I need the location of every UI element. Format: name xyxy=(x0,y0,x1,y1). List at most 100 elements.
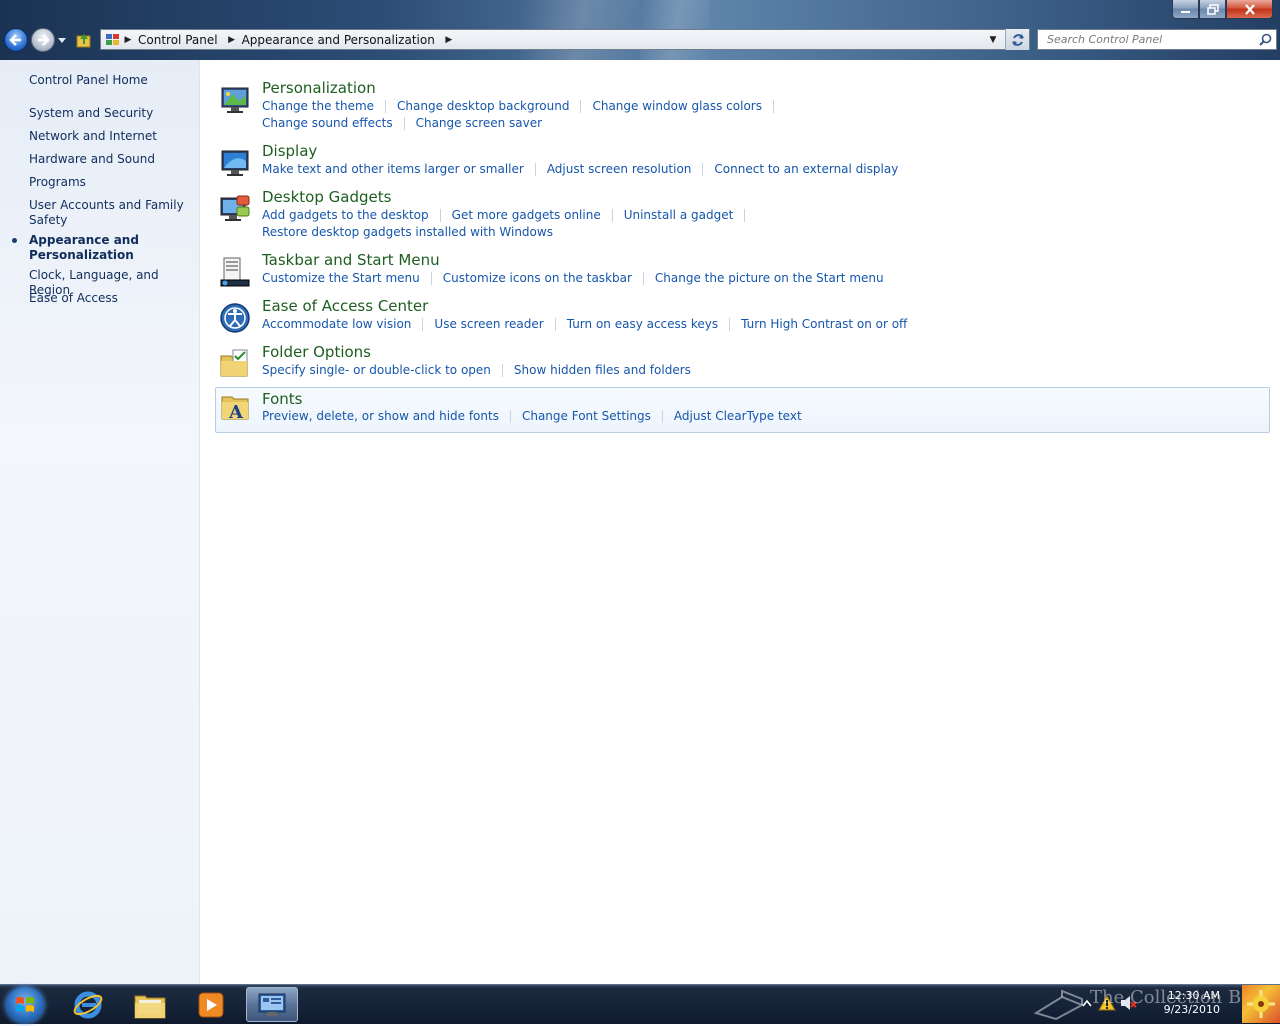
sidebar-item-appearance-current[interactable]: Appearance and Personalization xyxy=(29,233,194,263)
task-line: Change the theme Change desktop backgrou… xyxy=(262,99,785,113)
breadcrumb-appearance[interactable]: Appearance and Personalization xyxy=(240,33,441,47)
breadcrumb-separator[interactable]: ▶ xyxy=(441,35,457,45)
current-item-bullet xyxy=(12,238,17,243)
control-panel-home-link[interactable]: Control Panel Home xyxy=(29,73,148,87)
category-desktop-gadgets: Desktop Gadgets Add gadgets to the deskt… xyxy=(215,188,1270,244)
search-icon[interactable] xyxy=(1259,33,1272,46)
breadcrumb-separator[interactable]: ▶ xyxy=(224,35,240,45)
address-bar[interactable]: ▶ Control Panel ▶ Appearance and Persona… xyxy=(100,29,1030,50)
breadcrumb-separator[interactable]: ▶ xyxy=(120,35,136,45)
fonts-icon[interactable]: A xyxy=(220,391,252,423)
folder-icon xyxy=(134,995,166,1018)
link-separator xyxy=(509,409,511,423)
restore-button[interactable] xyxy=(1199,0,1226,19)
change-desktop-background-link[interactable]: Change desktop background xyxy=(397,99,569,113)
folder-options-icon[interactable] xyxy=(219,348,251,380)
navigation-pane: Control Panel Home System and Security N… xyxy=(0,60,200,984)
refresh-button[interactable] xyxy=(1005,29,1029,50)
change-screen-saver-link[interactable]: Change screen saver xyxy=(416,116,543,130)
taskbar-internet-explorer[interactable] xyxy=(62,987,114,1022)
uninstall-gadget-link[interactable]: Uninstall a gadget xyxy=(624,208,734,222)
adjust-cleartype-link[interactable]: Adjust ClearType text xyxy=(674,409,802,423)
display-icon[interactable] xyxy=(219,147,251,179)
sidebar-item-hardware-sound[interactable]: Hardware and Sound xyxy=(29,152,194,167)
link-separator xyxy=(661,409,663,423)
sidebar-item-user-accounts[interactable]: User Accounts and Family Safety xyxy=(29,198,194,228)
task-line: Customize the Start menu Customize icons… xyxy=(262,271,884,285)
show-desktop-button[interactable] xyxy=(1242,985,1280,1023)
search-box[interactable] xyxy=(1037,29,1277,50)
folder-options-title-link[interactable]: Folder Options xyxy=(262,343,371,361)
task-line: Restore desktop gadgets installed with W… xyxy=(262,225,553,239)
high-contrast-link[interactable]: Turn High Contrast on or off xyxy=(741,317,907,331)
ease-of-access-center-title-link[interactable]: Ease of Access Center xyxy=(262,297,428,315)
category-display: Display Make text and other items larger… xyxy=(215,142,1270,182)
clock-date: 9/23/2010 xyxy=(1163,1003,1220,1016)
gadgets-icon[interactable] xyxy=(219,193,251,225)
category-personalization: Personalization Change the theme Change … xyxy=(215,79,1270,135)
taskbar: The Collection Book 12:30 AM 9/23/2010 xyxy=(0,984,1280,1024)
minimize-icon xyxy=(1181,11,1190,13)
personalization-icon[interactable] xyxy=(219,84,251,116)
search-input[interactable] xyxy=(1045,32,1259,47)
sidebar-item-system-security[interactable]: System and Security xyxy=(29,106,194,121)
folder-up-icon[interactable] xyxy=(75,31,93,49)
back-button[interactable] xyxy=(4,28,28,52)
book-watermark-icon xyxy=(1033,989,1085,1021)
sidebar-item-ease-of-access[interactable]: Ease of Access xyxy=(29,291,194,306)
taskbar-start-menu-title-link[interactable]: Taskbar and Start Menu xyxy=(262,251,440,269)
ease-of-access-icon[interactable] xyxy=(219,302,251,334)
start-button[interactable] xyxy=(6,987,44,1023)
restore-gadgets-link[interactable]: Restore desktop gadgets installed with W… xyxy=(262,225,553,239)
add-gadgets-link[interactable]: Add gadgets to the desktop xyxy=(262,208,429,222)
notification-area: The Collection Book 12:30 AM 9/23/2010 xyxy=(1020,985,1280,1023)
change-font-settings-link[interactable]: Change Font Settings xyxy=(522,409,651,423)
close-button[interactable] xyxy=(1226,0,1273,19)
link-separator xyxy=(422,317,424,331)
link-separator xyxy=(554,317,556,331)
category-folder-options: Folder Options Specify single- or double… xyxy=(215,343,1270,383)
link-separator xyxy=(501,363,503,377)
change-sound-effects-link[interactable]: Change sound effects xyxy=(262,116,393,130)
change-theme-link[interactable]: Change the theme xyxy=(262,99,374,113)
window-title-bar: ▶ Control Panel ▶ Appearance and Persona… xyxy=(0,0,1280,60)
screen-reader-link[interactable]: Use screen reader xyxy=(434,317,543,331)
clock[interactable]: 12:30 AM 9/23/2010 xyxy=(1164,989,1220,1017)
screen-resolution-link[interactable]: Adjust screen resolution xyxy=(547,162,692,176)
windows-logo-icon xyxy=(16,997,34,1012)
forward-button[interactable] xyxy=(31,28,55,52)
taskbar-windows-explorer[interactable] xyxy=(124,987,176,1022)
recent-pages-dropdown[interactable] xyxy=(58,35,66,45)
task-line: Make text and other items larger or smal… xyxy=(262,162,898,176)
easy-access-keys-link[interactable]: Turn on easy access keys xyxy=(567,317,718,331)
get-more-gadgets-link[interactable]: Get more gadgets online xyxy=(452,208,601,222)
change-window-glass-colors-link[interactable]: Change window glass colors xyxy=(592,99,762,113)
task-line: Add gadgets to the desktop Get more gadg… xyxy=(262,208,756,222)
desktop-gadgets-title-link[interactable]: Desktop Gadgets xyxy=(262,188,391,206)
change-start-picture-link[interactable]: Change the picture on the Start menu xyxy=(655,271,884,285)
single-double-click-link[interactable]: Specify single- or double-click to open xyxy=(262,363,491,377)
show-hidden-files-link[interactable]: Show hidden files and folders xyxy=(514,363,691,377)
task-line: Accommodate low vision Use screen reader… xyxy=(262,317,907,331)
sidebar-item-network-internet[interactable]: Network and Internet xyxy=(29,129,194,144)
arrow-right-icon xyxy=(38,34,50,46)
external-display-link[interactable]: Connect to an external display xyxy=(714,162,898,176)
personalization-title-link[interactable]: Personalization xyxy=(262,79,376,97)
minimize-button[interactable] xyxy=(1172,0,1199,19)
customize-start-menu-link[interactable]: Customize the Start menu xyxy=(262,271,420,285)
address-dropdown-button[interactable]: ▼ xyxy=(983,30,1003,49)
sidebar-item-programs[interactable]: Programs xyxy=(29,175,194,190)
preview-fonts-link[interactable]: Preview, delete, or show and hide fonts xyxy=(262,409,499,423)
text-size-link[interactable]: Make text and other items larger or smal… xyxy=(262,162,524,176)
low-vision-link[interactable]: Accommodate low vision xyxy=(262,317,411,331)
customize-taskbar-icons-link[interactable]: Customize icons on the taskbar xyxy=(443,271,632,285)
window-controls xyxy=(1172,0,1273,20)
control-panel-icon xyxy=(258,993,286,1016)
category-ease-of-access-center: Ease of Access Center Accommodate low vi… xyxy=(215,297,1270,337)
fonts-title-link[interactable]: Fonts xyxy=(262,390,302,408)
taskbar-control-panel[interactable] xyxy=(246,987,298,1022)
taskbar-icon[interactable] xyxy=(219,256,251,288)
display-title-link[interactable]: Display xyxy=(262,142,317,160)
taskbar-media-player[interactable] xyxy=(185,987,237,1022)
breadcrumb-control-panel[interactable]: Control Panel xyxy=(136,33,224,47)
